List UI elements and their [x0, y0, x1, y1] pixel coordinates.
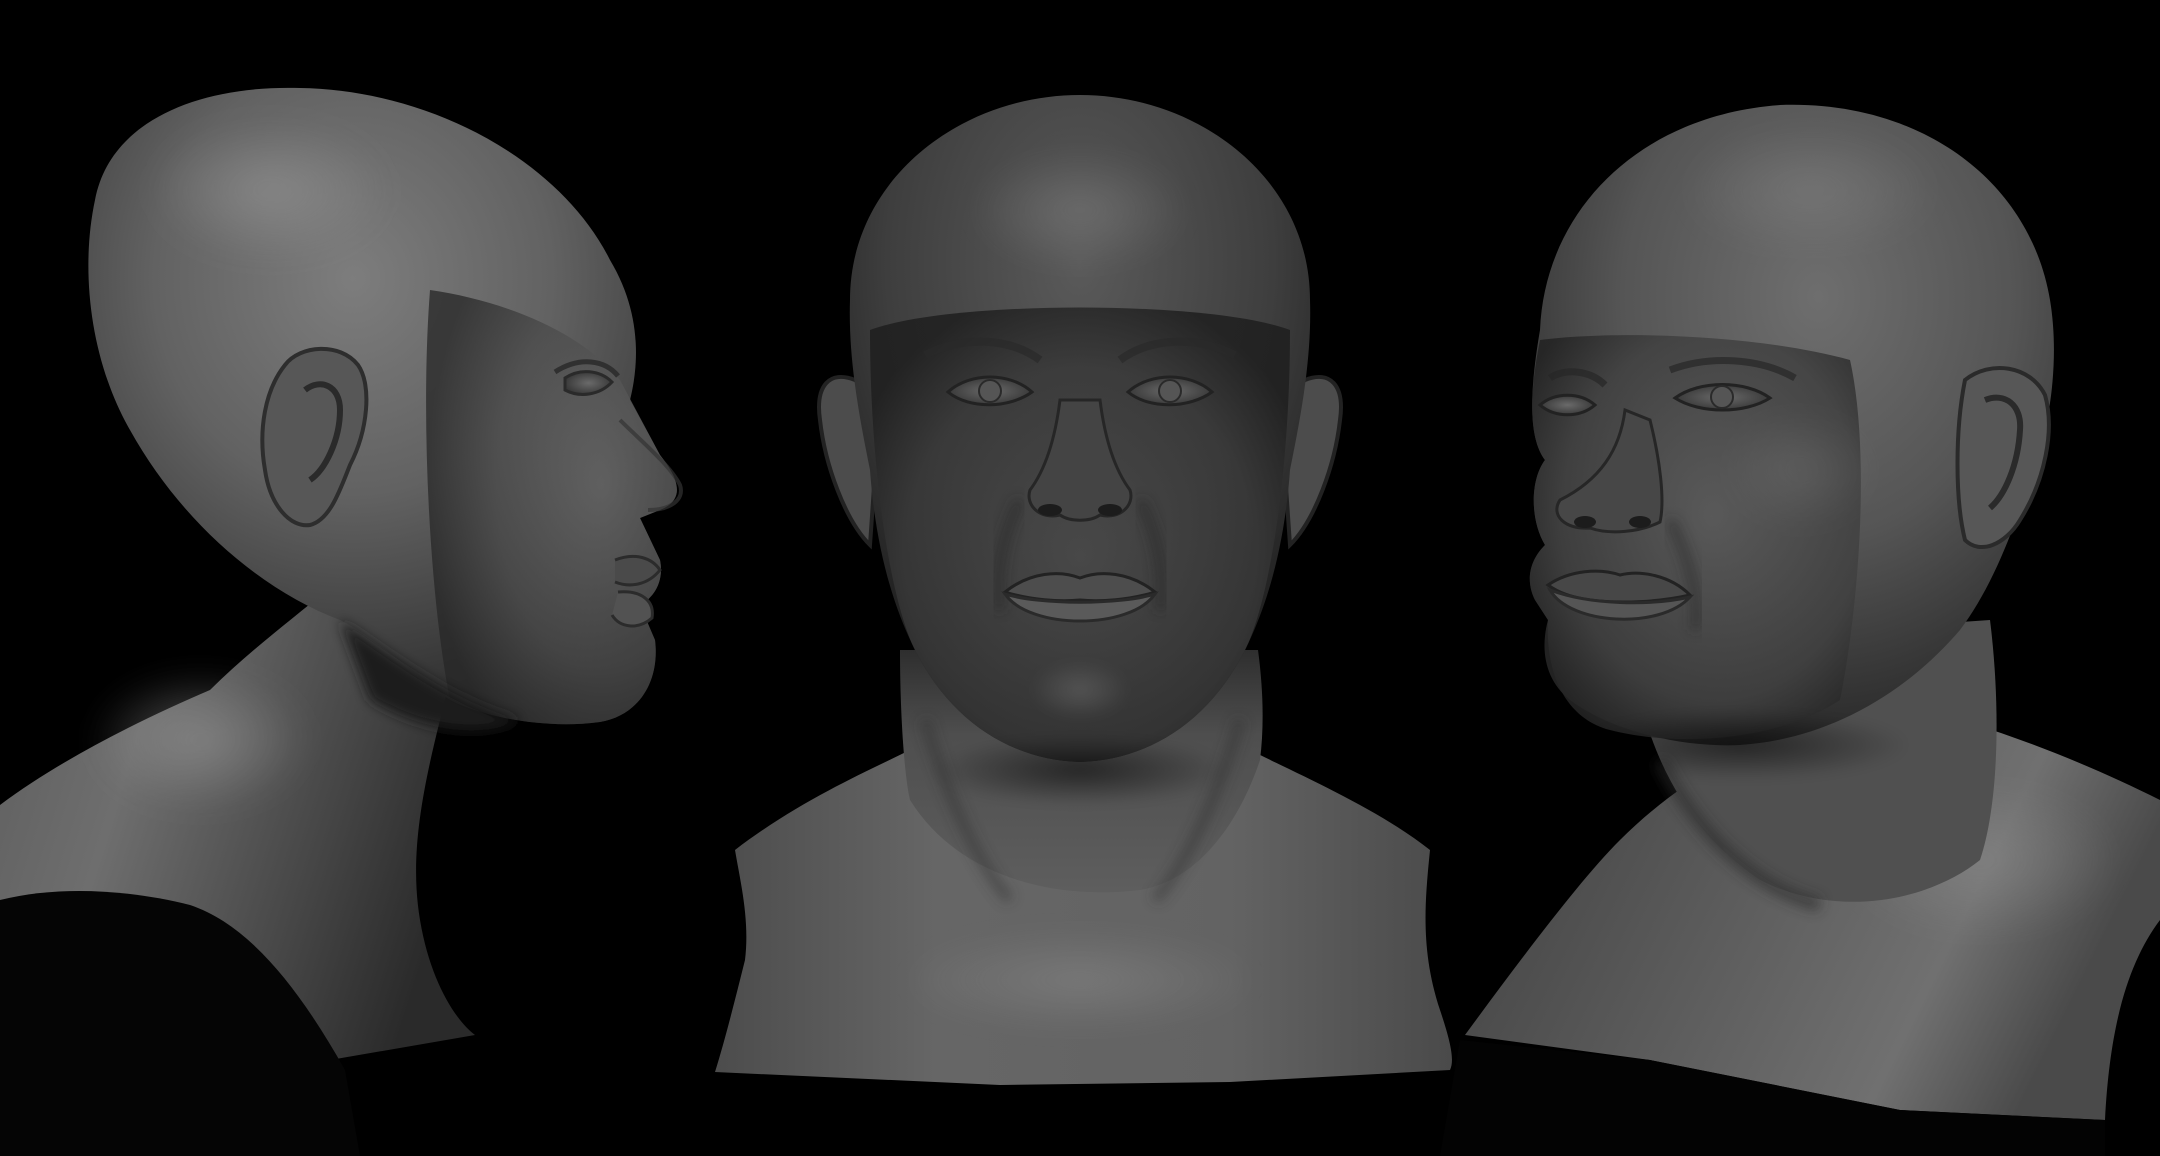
sculpt-render: [0, 87, 2160, 1156]
bust-three-quarter-view: [1440, 104, 2160, 1156]
bust-front-view: [715, 95, 1452, 1085]
render-canvas: [0, 0, 2160, 1156]
bust-profile-view: [0, 87, 683, 1156]
